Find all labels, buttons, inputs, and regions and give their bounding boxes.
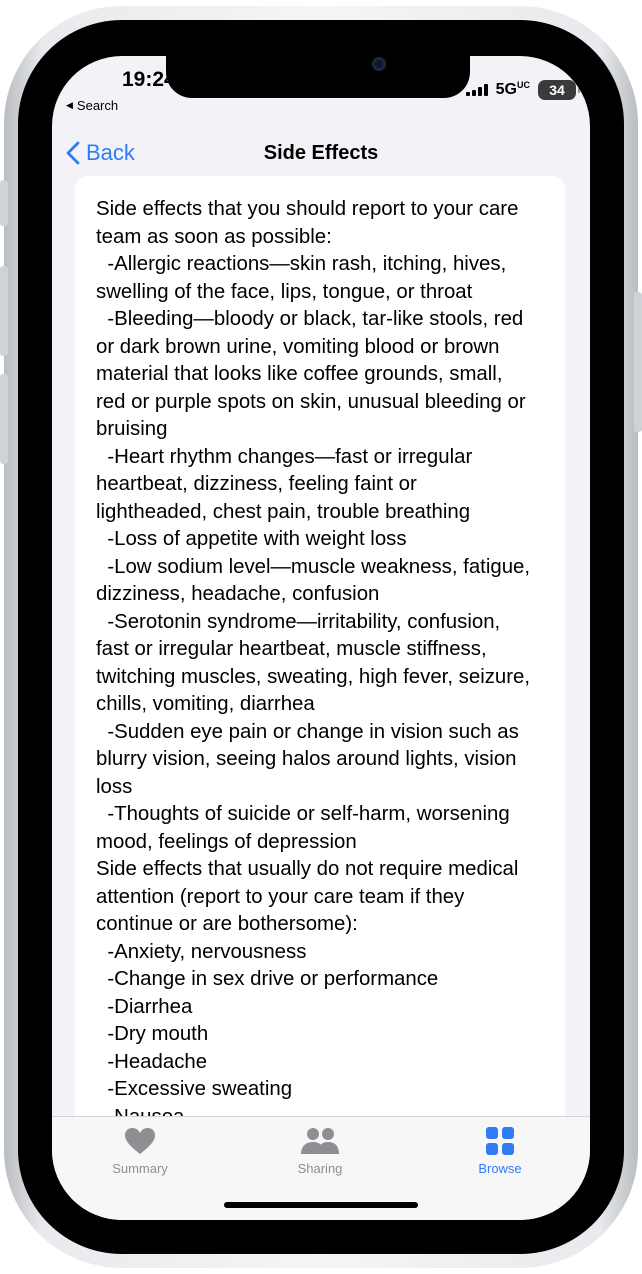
heart-icon bbox=[125, 1128, 155, 1154]
tab-browse[interactable]: Browse bbox=[440, 1127, 560, 1176]
side-effects-line: -Allergic reactions—skin rash, itching, … bbox=[96, 253, 507, 275]
home-indicator bbox=[224, 1202, 418, 1208]
side-effects-line: mood, feelings of depression bbox=[96, 830, 357, 853]
side-effects-line: -Thoughts of suicide or self-harm, worse… bbox=[96, 803, 510, 825]
side-effects-line: or dark brown urine, vomiting blood or b… bbox=[96, 335, 500, 358]
side-effects-line: -Low sodium level—muscle weakness, fatig… bbox=[96, 555, 531, 578]
side-effects-line: -Change in sex drive or performance bbox=[96, 968, 439, 990]
notch bbox=[166, 56, 470, 98]
side-effects-line: attention (report to your care team if t… bbox=[96, 885, 465, 908]
page-title: Side Effects bbox=[263, 142, 379, 164]
side-effects-line: -Diarrhea bbox=[96, 995, 193, 1018]
status-back-to-app[interactable]: ◀ Search bbox=[66, 98, 118, 113]
side-effects-line: -Loss of appetite with weight loss bbox=[96, 528, 407, 550]
side-effects-line: bruising bbox=[96, 418, 168, 440]
side-effects-line: -Anxiety, nervousness bbox=[96, 940, 307, 963]
side-effects-line: -Heart rhythm changes—fast or irregular bbox=[96, 445, 473, 468]
side-effects-line: team as soon as possible: bbox=[96, 225, 332, 248]
side-effects-line: -Excessive sweating bbox=[96, 1078, 293, 1100]
status-back-label: Search bbox=[76, 98, 119, 113]
side-effects-text: Side effects that you should report to y… bbox=[96, 196, 551, 1131]
side-effects-line: -Headache bbox=[96, 1050, 208, 1073]
side-effects-line: blurry vision, seeing halos around light… bbox=[96, 748, 517, 770]
network-type: 5GUC bbox=[495, 80, 530, 99]
tab-sharing-label: Sharing bbox=[297, 1161, 343, 1176]
side-effects-line: material that looks like coffee grounds,… bbox=[96, 363, 503, 385]
side-effects-line: -Serotonin syndrome—irritability, confus… bbox=[96, 610, 501, 633]
side-effects-line: red or purple spots on skin, unusual ble… bbox=[96, 390, 526, 413]
people-icon bbox=[301, 1128, 339, 1154]
navigation-bar: Back Side Effects bbox=[52, 136, 590, 176]
side-effects-line: chills, vomiting, diarrhea bbox=[96, 693, 315, 715]
status-indicators: 5GUC 34 bbox=[465, 80, 580, 100]
signal-icon bbox=[465, 84, 488, 96]
side-effects-line: loss bbox=[96, 775, 133, 798]
side-effects-line: -Dry mouth bbox=[96, 1023, 209, 1045]
side-effects-line: -Bleeding—bloody or black, tar-like stoo… bbox=[96, 308, 524, 330]
screen: 19:24 ◀ Search 5GUC 34 Back Side Effects… bbox=[52, 56, 590, 1220]
side-effects-line: -Sudden eye pain or change in vision suc… bbox=[96, 720, 519, 743]
front-camera bbox=[372, 57, 386, 71]
tab-sharing[interactable]: Sharing bbox=[260, 1127, 380, 1176]
side-effects-line: continue or are bothersome): bbox=[96, 913, 358, 935]
battery-icon: 34 bbox=[538, 80, 580, 100]
side-effects-card: Side effects that you should report to y… bbox=[75, 176, 565, 1176]
side-effects-line: fast or irregular heartbeat, muscle stif… bbox=[96, 638, 487, 660]
grid-icon bbox=[486, 1127, 514, 1155]
side-effects-line: Side effects that usually do not require… bbox=[96, 858, 519, 880]
side-effects-line: Side effects that you should report to y… bbox=[96, 198, 519, 220]
tab-browse-label: Browse bbox=[478, 1161, 522, 1176]
back-triangle-icon: ◀ bbox=[66, 100, 73, 110]
tab-summary[interactable]: Summary bbox=[80, 1127, 200, 1176]
side-effects-line: lightheaded, chest pain, trouble breathi… bbox=[96, 500, 471, 523]
side-effects-line: twitching muscles, sweating, high fever,… bbox=[96, 665, 531, 688]
tab-summary-label: Summary bbox=[112, 1161, 168, 1176]
side-effects-line: heartbeat, dizziness, feeling faint or bbox=[96, 473, 417, 495]
side-effects-line: swelling of the face, lips, tongue, or t… bbox=[96, 280, 473, 303]
side-effects-line: dizziness, headache, confusion bbox=[96, 583, 380, 605]
